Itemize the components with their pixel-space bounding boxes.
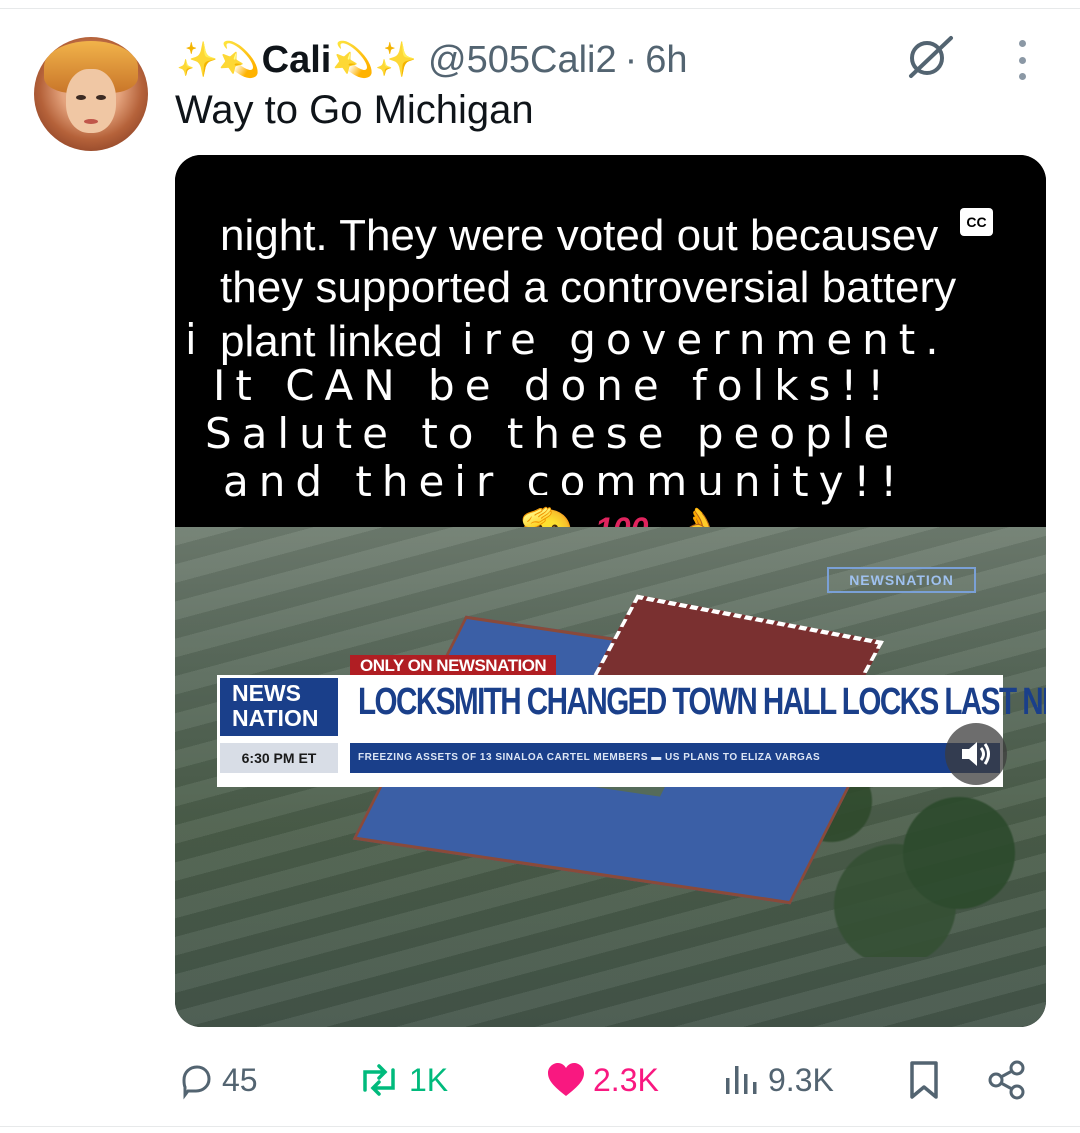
avatar-lips — [84, 119, 98, 124]
news-headline: LOCKSMITH CHANGED TOWN HALL LOCKS LAST N… — [358, 681, 1046, 723]
view-count: 9.3K — [768, 1061, 834, 1098]
analytics-icon — [726, 1066, 757, 1094]
post-header: ✨💫 Cali 💫✨ @505Cali2 · 6h — [175, 38, 688, 82]
bookmark-icon — [910, 1061, 938, 1099]
more-dot — [1018, 73, 1026, 80]
separator-dot: · — [624, 38, 638, 81]
heart-icon — [548, 1063, 584, 1096]
repost-icon — [363, 1064, 395, 1096]
grok-icon[interactable] — [905, 32, 955, 82]
only-on-tag: ONLY ON NEWSNATION — [350, 655, 557, 677]
news-ticker: FREEZING ASSETS OF 13 SINALOA CARTEL MEM… — [350, 743, 1000, 773]
display-name-emoji-right: 💫✨ — [332, 41, 418, 79]
share-icon — [988, 1060, 1025, 1100]
video-player[interactable]: night. They were voted out becausev they… — [175, 155, 1046, 1027]
more-options-icon[interactable] — [1010, 40, 1034, 80]
overlay-text-line: ire government. — [462, 315, 949, 364]
like-button[interactable]: 2.3K — [545, 1055, 659, 1105]
overlay-text-line: It CAN be done folks!! — [213, 361, 895, 410]
broadcast-clock: 6:30 PM ET — [220, 743, 338, 773]
reply-icon — [182, 1065, 211, 1100]
post-text: Way to Go Michigan — [175, 88, 534, 132]
views-button[interactable]: 9.3K — [722, 1055, 834, 1105]
action-bar: 45 1K 2.3K 9.3K — [0, 1055, 1080, 1105]
reply-button[interactable]: 45 — [176, 1055, 258, 1105]
newsnation-logo: NEWS NATION — [220, 678, 338, 736]
more-dot — [1018, 40, 1026, 47]
post-timestamp[interactable]: 6h — [645, 39, 687, 82]
unmute-button[interactable] — [945, 723, 1007, 785]
caption-line: night. They were voted out becausev — [220, 211, 939, 260]
network-watermark: NEWSNATION — [827, 567, 976, 593]
user-handle[interactable]: @505Cali2 — [428, 39, 617, 82]
repost-count: 1K — [409, 1061, 449, 1098]
caption-line: plant linked — [220, 317, 443, 366]
display-name-text[interactable]: Cali — [262, 39, 332, 82]
more-dot — [1018, 56, 1026, 64]
overlay-text-line: Salute to these people — [205, 409, 900, 458]
video-caption-area: night. They were voted out becausev they… — [175, 155, 1046, 563]
top-divider — [0, 0, 1080, 9]
overlay-fragment: i — [185, 315, 207, 364]
speaker-icon — [962, 742, 990, 766]
logo-line: NEWS — [232, 680, 301, 706]
avatar-eye — [76, 95, 86, 100]
closed-captions-button[interactable]: CC — [960, 208, 993, 236]
caption-line: they supported a controversial battery — [220, 263, 957, 312]
avatar-eye — [96, 95, 106, 100]
display-name-emoji-left: ✨💫 — [176, 41, 261, 79]
share-button[interactable] — [986, 1055, 1034, 1105]
bottom-divider — [0, 1126, 1080, 1127]
repost-button[interactable]: 1K — [355, 1055, 448, 1105]
logo-line: NATION — [232, 705, 319, 731]
reply-count: 45 — [222, 1061, 258, 1098]
bookmark-button[interactable] — [906, 1055, 948, 1105]
display-name[interactable]: ✨💫 Cali 💫✨ — [175, 39, 418, 82]
avatar[interactable] — [34, 37, 148, 151]
like-count: 2.3K — [593, 1061, 659, 1098]
